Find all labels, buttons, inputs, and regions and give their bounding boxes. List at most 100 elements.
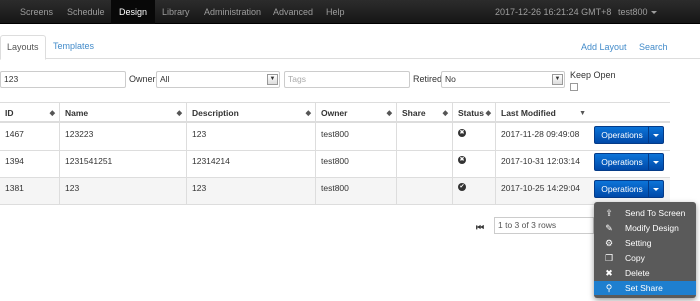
operations-button[interactable]: Operations: [594, 180, 664, 198]
column-header-name[interactable]: Name ◆: [59, 103, 186, 124]
menu-item-label: Set Share: [625, 283, 663, 293]
cell-id: 1467: [5, 129, 24, 139]
column-header-label: Owner: [321, 108, 348, 118]
top-navbar: Screens Schedule Design Library Administ…: [0, 0, 700, 24]
column-header-owner[interactable]: Owner ◆: [315, 103, 396, 124]
sort-icon: ◆: [49, 110, 55, 117]
cell-last-modified-value: 2017-10-25 14:29:04: [501, 183, 580, 193]
cell-name: 123: [59, 178, 186, 205]
tab-layouts[interactable]: Layouts: [0, 35, 46, 60]
cell-share: [396, 178, 452, 205]
cell-share: [396, 151, 452, 178]
first-page-icon[interactable]: ⏮: [476, 222, 484, 233]
menu-item-copy[interactable]: ❐ Copy: [594, 251, 696, 265]
delete-icon: ✖: [605, 268, 613, 278]
cell-name: 1231541251: [59, 151, 186, 178]
retired-select[interactable]: No ▼: [441, 71, 565, 88]
column-header-label: ID: [5, 108, 14, 118]
cell-status: ✔: [452, 178, 495, 205]
column-header-description[interactable]: Description ◆: [186, 103, 315, 124]
sort-icon: ◆: [442, 110, 448, 117]
tab-templates[interactable]: Templates: [53, 35, 94, 59]
retired-label: Retired: [413, 74, 443, 84]
menu-item-modify-design[interactable]: ✎ Modify Design: [594, 221, 696, 235]
cell-id: 1394: [5, 156, 24, 166]
nav-help[interactable]: Help: [326, 0, 345, 24]
sort-icon: ◆: [386, 110, 392, 117]
status-icon: ✖: [458, 156, 466, 164]
operations-label: Operations: [601, 157, 643, 167]
menu-item-delete[interactable]: ✖ Delete: [594, 266, 696, 280]
dropdown-arrow-icon: ▼: [267, 74, 278, 85]
cell-share: [396, 124, 452, 151]
operations-button[interactable]: Operations: [594, 153, 664, 171]
owner-label: Owner: [129, 74, 156, 84]
user-menu[interactable]: test800: [618, 0, 657, 24]
cell-last-modified: 2017-11-28 09:49:08 Operations: [495, 124, 670, 151]
operations-label: Operations: [601, 184, 643, 194]
cell-name: 123223: [59, 124, 186, 151]
operations-button[interactable]: Operations: [594, 126, 664, 144]
add-layout-link[interactable]: Add Layout: [581, 35, 627, 59]
copy-icon: ❐: [604, 253, 614, 263]
user-name: test800: [618, 7, 648, 17]
menu-item-label: Delete: [625, 268, 650, 278]
status-icon: ✔: [458, 183, 466, 191]
menu-item-set-share[interactable]: ⚲ Set Share: [594, 281, 696, 295]
chevron-down-icon: [650, 11, 657, 15]
operations-menu: ⇪ Send To Screen ✎ Modify Design ⚙ Setti…: [594, 202, 696, 298]
menu-item-label: Send To Screen: [625, 208, 686, 218]
nav-screens[interactable]: Screens: [20, 0, 53, 24]
operations-label: Operations: [601, 130, 643, 140]
cell-last-modified: 2017-10-31 12:03:14 Operations: [495, 151, 670, 178]
menu-item-label: Setting: [625, 238, 652, 248]
share-icon: ⚲: [605, 283, 613, 293]
column-header-share[interactable]: Share ◆: [396, 103, 452, 124]
owner-select-value: All: [160, 74, 170, 84]
tags-input[interactable]: Tags: [284, 71, 410, 88]
search-link[interactable]: Search: [639, 35, 668, 59]
edit-icon: ✎: [605, 223, 613, 233]
cell-description: 123: [186, 124, 315, 151]
sort-icon: ◆: [305, 110, 311, 117]
cell-owner: test800: [315, 124, 396, 151]
menu-item-setting[interactable]: ⚙ Setting: [594, 236, 696, 250]
cell-description: 123: [186, 178, 315, 205]
chevron-down-icon[interactable]: [648, 127, 663, 143]
cell-last-modified-value: 2017-11-28 09:49:08: [501, 129, 580, 139]
column-header-id[interactable]: ID ◆: [0, 103, 59, 124]
column-header-label: Last Modified: [501, 108, 556, 118]
column-header-last-modified[interactable]: Last Modified ▼: [495, 103, 590, 124]
column-header-label: Description: [192, 108, 239, 118]
cell-status: ✖: [452, 124, 495, 151]
cell-status: ✖: [452, 151, 495, 178]
name-filter-input[interactable]: 123: [0, 71, 126, 88]
column-header-status[interactable]: Status ◆: [452, 103, 495, 124]
keep-open-checkbox[interactable]: [570, 83, 578, 91]
datetime-display: 2017-12-26 16:21:24 GMT+8: [495, 7, 612, 17]
status-icon: ✖: [458, 129, 466, 137]
column-header-label: Status: [458, 108, 484, 118]
retired-select-value: No: [445, 74, 456, 84]
gear-icon: ⚙: [604, 238, 614, 248]
column-header-label: Name: [65, 108, 89, 118]
menu-item-send-to-screen[interactable]: ⇪ Send To Screen: [594, 206, 696, 220]
nav-advanced[interactable]: Advanced: [273, 0, 313, 24]
cell-owner: test800: [315, 151, 396, 178]
cell-last-modified-value: 2017-10-31 12:03:14: [501, 156, 580, 166]
nav-schedule[interactable]: Schedule: [67, 0, 105, 24]
cell-last-modified: 2017-10-25 14:29:04 Operations: [495, 178, 670, 205]
dropdown-arrow-icon: ▼: [552, 74, 563, 85]
chevron-down-icon[interactable]: [648, 154, 663, 170]
nav-design[interactable]: Design: [111, 0, 156, 24]
sort-icon: ◆: [485, 110, 491, 117]
cell-description: 12314214: [186, 151, 315, 178]
owner-select[interactable]: All ▼: [156, 71, 280, 88]
chevron-down-icon[interactable]: [648, 181, 663, 197]
table-row: 1394 1231541251 12314214 test800 ✖ 2017-…: [0, 151, 670, 178]
menu-item-label: Copy: [625, 253, 645, 263]
cell-id: 1381: [5, 183, 24, 193]
nav-library[interactable]: Library: [162, 0, 190, 24]
upload-icon: ⇪: [605, 208, 613, 218]
nav-administration[interactable]: Administration: [204, 0, 261, 24]
